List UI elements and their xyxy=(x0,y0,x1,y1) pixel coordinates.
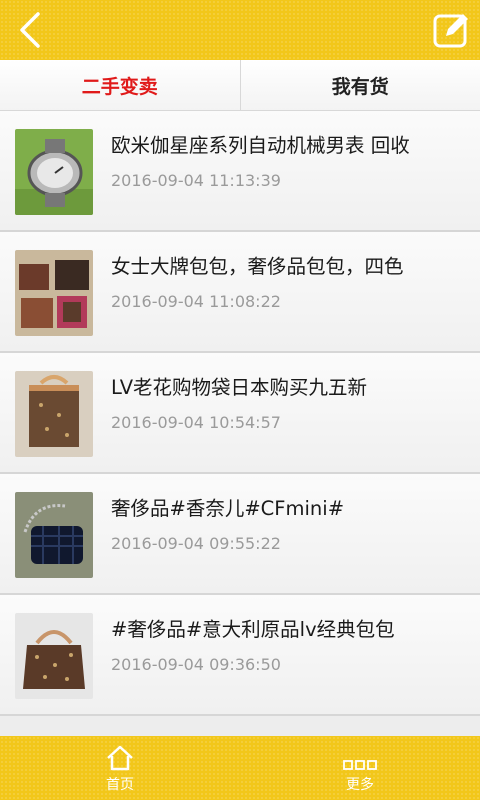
home-icon xyxy=(107,745,133,771)
item-title: 女士大牌包包，奢侈品包包，四色 xyxy=(111,255,404,278)
item-thumbnail xyxy=(15,250,93,336)
list-item[interactable]: 奢侈品#香奈儿#CFmini# 2016-09-04 09:55:22 xyxy=(0,474,480,595)
chevron-left-icon xyxy=(20,12,40,48)
nav-more-label: 更多 xyxy=(346,777,374,793)
tab-second-hand-sale[interactable]: 二手变卖 xyxy=(0,60,240,110)
item-time: 2016-09-04 09:55:22 xyxy=(111,534,281,553)
list-item[interactable]: 欧米伽星座系列自动机械男表 回收 2016-09-04 11:13:39 xyxy=(0,111,480,232)
nav-home-label: 首页 xyxy=(106,777,134,793)
item-thumbnail xyxy=(15,613,93,699)
item-list: 欧米伽星座系列自动机械男表 回收 2016-09-04 11:13:39 女士大… xyxy=(0,111,480,735)
item-title: #奢侈品#意大利原品lv经典包包 xyxy=(111,618,395,641)
tab-bar: 二手变卖 我有货 xyxy=(0,60,480,111)
item-time: 2016-09-04 10:54:57 xyxy=(111,413,281,432)
list-item[interactable]: LV老花购物袋日本购买九五新 2016-09-04 10:54:57 xyxy=(0,353,480,474)
more-icon xyxy=(343,760,377,770)
item-thumbnail xyxy=(15,129,93,215)
item-time: 2016-09-04 09:36:50 xyxy=(111,655,281,674)
nav-more[interactable]: 更多 xyxy=(240,736,480,800)
edit-button[interactable] xyxy=(432,10,472,50)
item-time: 2016-09-04 11:08:22 xyxy=(111,292,281,311)
list-item[interactable]: 女士大牌包包，奢侈品包包，四色 2016-09-04 11:08:22 xyxy=(0,232,480,353)
back-button[interactable] xyxy=(10,8,54,52)
item-thumbnail xyxy=(15,371,93,457)
nav-home[interactable]: 首页 xyxy=(0,736,240,800)
list-item[interactable]: #奢侈品#意大利原品lv经典包包 2016-09-04 09:36:50 xyxy=(0,595,480,716)
edit-note-icon xyxy=(433,14,468,48)
item-title: LV老花购物袋日本购买九五新 xyxy=(111,376,368,399)
top-bar xyxy=(0,0,480,60)
item-time: 2016-09-04 11:13:39 xyxy=(111,171,281,190)
bottom-nav: 首页 更多 xyxy=(0,736,480,800)
tab-i-have-goods[interactable]: 我有货 xyxy=(240,60,480,110)
item-title: 欧米伽星座系列自动机械男表 回收 xyxy=(111,134,410,157)
item-title: 奢侈品#香奈儿#CFmini# xyxy=(111,497,345,520)
item-thumbnail xyxy=(15,492,93,578)
